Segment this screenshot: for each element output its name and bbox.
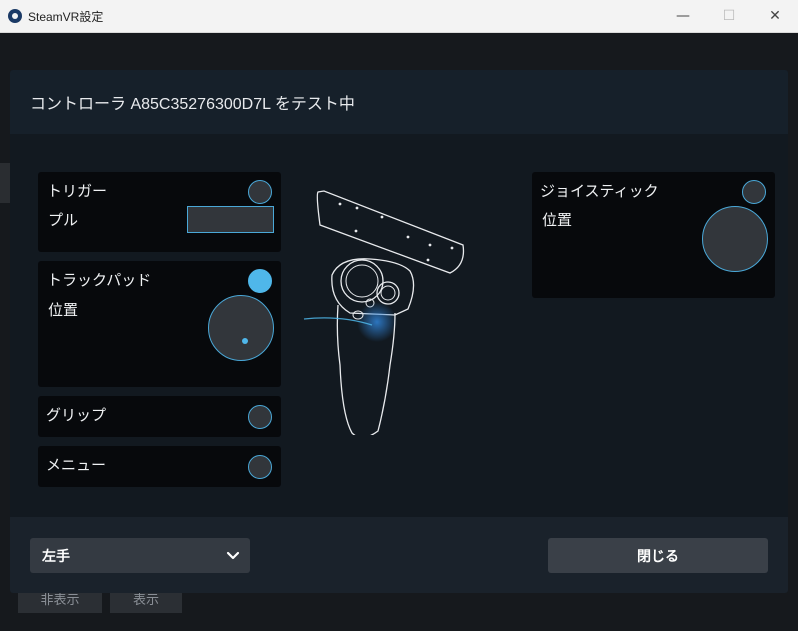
close-window-button[interactable]: ✕ xyxy=(752,0,798,32)
joystick-panel: ジョイスティック 位置 xyxy=(532,172,775,298)
window-title: SteamVR設定 xyxy=(28,9,104,24)
controller-test-dialog: コントローラ A85C35276300D7L をテスト中 トリガー プル トラッ… xyxy=(10,70,788,593)
chevron-down-icon xyxy=(226,551,240,559)
joystick-click-indicator xyxy=(742,180,766,204)
controller-illustration xyxy=(300,185,480,439)
grip-label: グリップ xyxy=(46,407,107,424)
close-button[interactable]: 閉じる xyxy=(548,538,768,573)
grip-indicator xyxy=(248,405,272,429)
trackpad-position-pad xyxy=(208,295,274,361)
hand-select-value: 左手 xyxy=(42,547,70,564)
controller-outline-icon xyxy=(303,190,465,439)
grip-panel: グリップ xyxy=(38,396,281,437)
trackpad-position-dot xyxy=(242,338,248,344)
joystick-label: ジョイスティック xyxy=(540,183,659,200)
menu-indicator xyxy=(248,455,272,479)
trigger-pull-label: プル xyxy=(48,212,79,229)
dialog-title: コントローラ A85C35276300D7L をテスト中 xyxy=(30,96,355,113)
trigger-button-indicator xyxy=(248,180,272,204)
trigger-label: トリガー xyxy=(47,183,108,200)
trackpad-touch-indicator xyxy=(248,269,272,293)
trackpad-panel: トラックパッド 位置 xyxy=(38,261,281,387)
trigger-pull-bar xyxy=(187,206,274,233)
maximize-button[interactable]: ☐ xyxy=(706,0,752,32)
minimize-button[interactable]: — xyxy=(660,0,706,32)
dialog-header: コントローラ A85C35276300D7L をテスト中 xyxy=(10,70,788,134)
trigger-panel: トリガー プル xyxy=(38,172,281,252)
window-titlebar: SteamVR設定 — ☐ ✕ xyxy=(0,0,798,33)
joystick-position-pad xyxy=(702,206,768,272)
steamvr-logo-icon xyxy=(8,9,22,23)
menu-label: メニュー xyxy=(46,457,107,474)
joystick-position-label: 位置 xyxy=(542,212,573,229)
trackpad-label: トラックパッド xyxy=(47,272,152,289)
window-controls: — ☐ ✕ xyxy=(660,0,798,32)
menu-panel: メニュー xyxy=(38,446,281,487)
hand-select-dropdown[interactable]: 左手 xyxy=(30,538,250,573)
background-strip xyxy=(0,163,10,203)
trackpad-position-label: 位置 xyxy=(48,302,79,319)
